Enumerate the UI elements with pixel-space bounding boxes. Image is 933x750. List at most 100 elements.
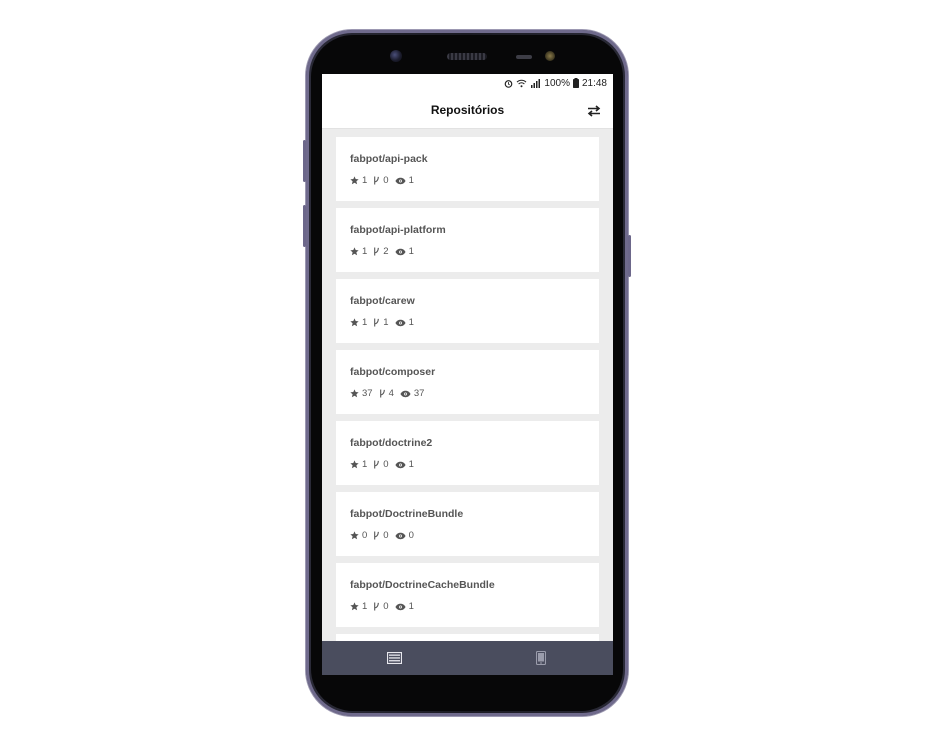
repository-stats: 1 0 1 — [350, 175, 420, 186]
earpiece-speaker — [447, 53, 487, 60]
star-icon — [350, 460, 359, 469]
repository-card[interactable]: fabpot/DoctrineBundle 0 0 0 — [336, 492, 599, 556]
list-icon — [387, 652, 402, 664]
forks-stat: 1 — [373, 317, 389, 328]
repository-name: fabpot/doctrine2 — [350, 437, 433, 449]
forks-stat: 0 — [373, 175, 389, 186]
page-title: Repositórios — [430, 103, 505, 117]
watchers-stat: 1 — [395, 459, 414, 470]
signal-icon — [531, 78, 541, 88]
watchers-count: 1 — [408, 175, 414, 186]
watchers-stat: 0 — [395, 530, 414, 541]
watchers-stat: 37 — [400, 388, 425, 399]
star-icon — [350, 389, 359, 398]
stars-stat: 1 — [350, 459, 367, 470]
repository-stats: 1 2 1 — [350, 246, 420, 257]
fork-icon — [374, 602, 380, 611]
forks-count: 2 — [383, 246, 389, 257]
forks-stat: 0 — [373, 459, 389, 470]
stars-stat: 1 — [350, 175, 367, 186]
stars-stat: 0 — [350, 530, 367, 541]
stars-stat: 1 — [350, 317, 367, 328]
eye-icon — [400, 390, 411, 397]
wifi-icon — [517, 79, 527, 87]
fork-icon — [374, 318, 380, 327]
repository-card-partial[interactable] — [336, 634, 599, 641]
stars-count: 1 — [362, 175, 368, 186]
stars-stat: 1 — [350, 246, 367, 257]
flash-icon — [545, 51, 555, 61]
forks-count: 0 — [383, 601, 389, 612]
repository-name: fabpot/carew — [350, 295, 415, 307]
forks-stat: 0 — [373, 601, 389, 612]
nav-item-tablet[interactable] — [468, 641, 613, 675]
proximity-sensor — [516, 55, 532, 59]
tablet-icon — [535, 651, 546, 665]
stars-count: 0 — [362, 530, 368, 541]
repository-card[interactable]: fabpot/composer 37 4 37 — [336, 350, 599, 414]
fork-icon — [374, 531, 380, 540]
stars-count: 37 — [362, 388, 373, 399]
watchers-count: 0 — [408, 530, 414, 541]
repository-card[interactable]: fabpot/api-pack 1 0 1 — [336, 137, 599, 201]
watchers-stat: 1 — [395, 246, 414, 257]
forks-count: 0 — [383, 175, 389, 186]
power-button — [628, 235, 631, 277]
repository-stats: 1 0 1 — [350, 601, 420, 612]
forks-stat: 2 — [373, 246, 389, 257]
repository-name: fabpot/composer — [350, 366, 436, 378]
star-icon — [350, 247, 359, 256]
forks-count: 4 — [388, 388, 394, 399]
watchers-count: 1 — [408, 601, 414, 612]
forks-count: 0 — [383, 530, 389, 541]
watchers-count: 1 — [408, 246, 414, 257]
bottom-navigation — [322, 641, 613, 675]
star-icon — [350, 176, 359, 185]
volume-down-button — [303, 205, 306, 247]
watchers-stat: 1 — [395, 601, 414, 612]
repository-stats: 0 0 0 — [350, 530, 420, 541]
forks-count: 0 — [383, 459, 389, 470]
stars-stat: 37 — [350, 388, 373, 399]
repository-name: fabpot/api-platform — [350, 224, 446, 236]
eye-icon — [395, 248, 406, 255]
star-icon — [350, 531, 359, 540]
stars-count: 1 — [362, 317, 368, 328]
repository-name: fabpot/DoctrineCacheBundle — [350, 579, 495, 591]
eye-icon — [395, 603, 406, 610]
repository-card[interactable]: fabpot/DoctrineCacheBundle 1 0 1 — [336, 563, 599, 627]
watchers-stat: 1 — [395, 317, 414, 328]
eye-icon — [395, 532, 406, 539]
watchers-count: 37 — [413, 388, 425, 399]
nav-item-list[interactable] — [322, 641, 467, 675]
phone-screen: 100% 21:48 Repositórios fabpot/api-pack 1… — [322, 74, 613, 675]
stars-count: 1 — [362, 601, 368, 612]
fork-icon — [379, 389, 385, 398]
repository-name: fabpot/api-pack — [350, 153, 428, 165]
repository-card[interactable]: fabpot/doctrine2 1 0 1 — [336, 421, 599, 485]
swap-button[interactable] — [587, 104, 601, 117]
forks-stat: 0 — [373, 530, 389, 541]
fork-icon — [374, 176, 380, 185]
stars-count: 1 — [362, 246, 368, 257]
stars-count: 1 — [362, 459, 368, 470]
eye-icon — [395, 177, 406, 184]
volume-up-button — [303, 140, 306, 182]
forks-stat: 4 — [379, 388, 394, 399]
battery-icon — [572, 78, 579, 88]
star-icon — [350, 602, 359, 611]
watchers-count: 1 — [408, 459, 414, 470]
app-bar: Repositórios — [322, 92, 613, 129]
forks-count: 1 — [383, 317, 389, 328]
repository-stats: 37 4 37 — [350, 388, 430, 399]
repository-stats: 1 0 1 — [350, 459, 420, 470]
repository-name: fabpot/DoctrineBundle — [350, 508, 464, 520]
watchers-stat: 1 — [395, 175, 414, 186]
repository-list[interactable]: fabpot/api-pack 1 0 1 fabpot/api-platform 1 2 1… — [322, 129, 613, 641]
star-icon — [350, 318, 359, 327]
repository-card[interactable]: fabpot/api-platform 1 2 1 — [336, 208, 599, 272]
fork-icon — [374, 247, 380, 256]
repository-stats: 1 1 1 — [350, 317, 420, 328]
repository-card[interactable]: fabpot/carew 1 1 1 — [336, 279, 599, 343]
status-time: 21:48 — [581, 77, 607, 89]
